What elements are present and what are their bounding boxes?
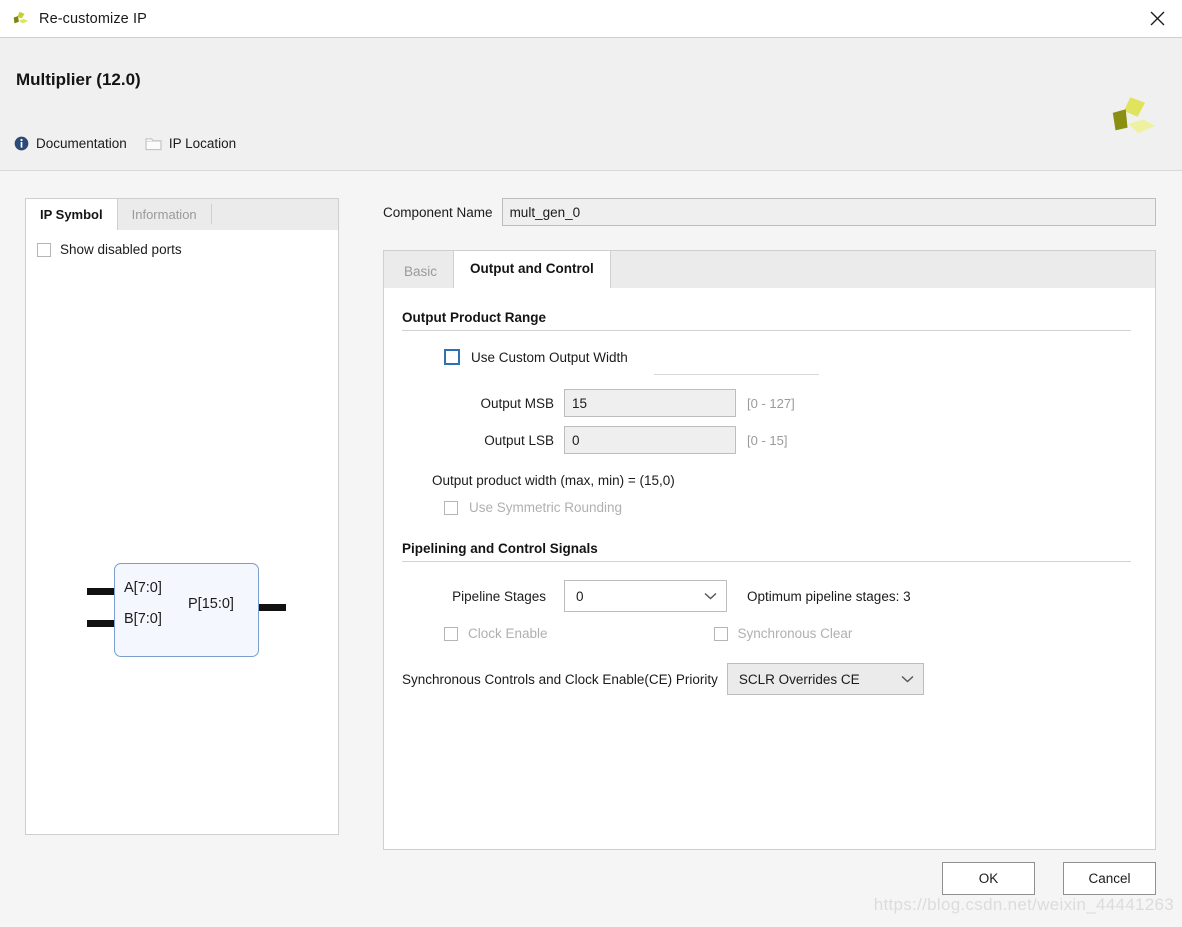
close-icon[interactable]	[1132, 0, 1182, 37]
synchronous-clear-label: Synchronous Clear	[737, 626, 853, 641]
documentation-label: Documentation	[36, 136, 127, 151]
clock-enable-label: Clock Enable	[468, 626, 548, 641]
output-lsb-range: [0 - 15]	[747, 432, 788, 448]
synchronous-clear-checkbox: Synchronous Clear	[713, 626, 853, 641]
info-icon	[14, 136, 29, 151]
output-lsb-input[interactable]	[564, 426, 736, 454]
output-lsb-row: Output LSB [0 - 15]	[402, 426, 1131, 454]
port-label-a: A[7:0]	[124, 580, 162, 596]
cancel-button[interactable]: Cancel	[1063, 862, 1156, 895]
ok-button[interactable]: OK	[942, 862, 1035, 895]
priority-label: Synchronous Controls and Clock Enable(CE…	[402, 671, 718, 687]
checkbox-box-icon	[713, 626, 728, 641]
header-links: Documentation IP Location	[14, 136, 236, 151]
tab-information[interactable]: Information	[118, 199, 211, 230]
component-name-input[interactable]	[501, 198, 1156, 226]
use-custom-output-width-label: Use Custom Output Width	[471, 349, 628, 365]
component-name-row: Component Name	[383, 198, 1156, 226]
checkbox-box-icon	[444, 626, 458, 641]
window-titlebar: Re-customize IP	[0, 0, 1182, 38]
optimum-pipeline-stages-text: Optimum pipeline stages: 3	[747, 588, 911, 604]
pipelining-section-title: Pipelining and Control Signals	[402, 541, 598, 556]
ip-location-label: IP Location	[168, 136, 237, 151]
documentation-link[interactable]: Documentation	[14, 136, 127, 151]
port-label-p: P[15:0]	[188, 596, 234, 612]
output-msb-label: Output MSB	[480, 395, 554, 411]
section-divider	[402, 330, 1131, 331]
output-product-range-title: Output Product Range	[402, 310, 546, 325]
xilinx-brand-logo-icon	[1112, 97, 1156, 134]
section-divider	[402, 561, 1131, 562]
pipeline-stages-label: Pipeline Stages	[452, 588, 546, 604]
port-stub-b	[87, 620, 114, 627]
dialog-header: Multiplier (12.0) Documentation IP Locat…	[0, 38, 1182, 171]
clock-enable-checkbox: Clock Enable	[444, 626, 548, 641]
inner-divider	[654, 374, 819, 375]
ip-symbol-panel: IP Symbol Information Show disabled port…	[25, 198, 339, 835]
folder-icon	[145, 137, 162, 150]
window-title: Re-customize IP	[39, 10, 147, 27]
ip-symbol-diagram: A[7:0] B[7:0] P[15:0]	[71, 555, 301, 665]
chevron-down-icon	[901, 675, 914, 683]
checkbox-box-icon	[37, 242, 51, 257]
ip-location-link[interactable]: IP Location	[145, 136, 236, 151]
use-symmetric-rounding-checkbox: Use Symmetric Rounding	[444, 500, 1131, 515]
priority-row: Synchronous Controls and Clock Enable(CE…	[402, 663, 1131, 695]
use-symmetric-rounding-label: Use Symmetric Rounding	[469, 500, 623, 515]
config-tabstrip: Basic Output and Control	[383, 250, 1156, 289]
priority-value: SCLR Overrides CE	[738, 671, 860, 687]
pipeline-stages-value: 0	[576, 588, 584, 604]
configuration-panel: Component Name Basic Output and Control …	[383, 198, 1156, 850]
xilinx-logo-icon	[13, 11, 29, 23]
pipeline-stages-select[interactable]: 0	[564, 580, 727, 612]
output-lsb-label: Output LSB	[484, 432, 554, 448]
ip-symbol-canvas: Show disabled ports A[7:0] B[7:0] P[15:0…	[25, 230, 339, 835]
priority-select[interactable]: SCLR Overrides CE	[726, 663, 924, 695]
show-disabled-ports-label: Show disabled ports	[60, 242, 182, 257]
output-msb-input[interactable]	[564, 389, 736, 417]
show-disabled-ports-checkbox[interactable]: Show disabled ports	[26, 230, 338, 257]
tab-output-and-control[interactable]: Output and Control	[453, 251, 611, 289]
use-custom-output-width-checkbox[interactable]: Use Custom Output Width	[444, 349, 1131, 365]
tab-divider	[210, 204, 212, 224]
tab-basic[interactable]: Basic	[388, 255, 453, 288]
output-and-control-pane: Output Product Range Use Custom Output W…	[383, 288, 1156, 850]
output-product-width-text: Output product width (max, min) = (15,0)	[432, 473, 675, 488]
page-title: Multiplier (12.0)	[16, 70, 141, 89]
port-stub-p	[259, 604, 286, 611]
component-name-label: Component Name	[383, 204, 493, 220]
pipeline-stages-row: Pipeline Stages 0 Optimum pipeline stage…	[402, 580, 1131, 612]
left-tabstrip: IP Symbol Information	[25, 198, 339, 231]
checkbox-box-icon	[444, 349, 460, 365]
checkbox-box-icon	[444, 500, 458, 515]
tab-ip-symbol[interactable]: IP Symbol	[26, 199, 118, 231]
dialog-body: IP Symbol Information Show disabled port…	[0, 172, 1182, 927]
control-signals-row: Clock Enable Synchronous Clear	[444, 626, 1131, 641]
port-stub-a	[87, 588, 114, 595]
chevron-down-icon	[704, 592, 717, 600]
port-label-b: B[7:0]	[124, 611, 162, 627]
output-msb-range: [0 - 127]	[747, 395, 795, 411]
dialog-footer: OK Cancel	[942, 862, 1156, 895]
ip-symbol-block	[114, 563, 259, 657]
output-msb-row: Output MSB [0 - 127]	[402, 389, 1131, 417]
